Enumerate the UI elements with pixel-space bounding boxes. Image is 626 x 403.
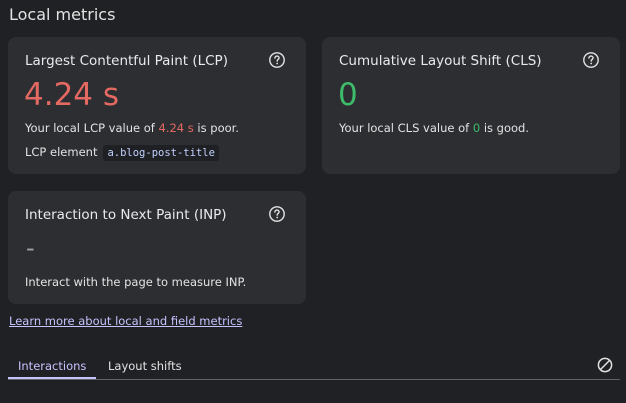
cls-card-title: Cumulative Layout Shift (CLS): [339, 53, 542, 69]
lcp-element-selector[interactable]: a.blog-post-title: [103, 145, 219, 161]
cls-desc-suffix: is good.: [480, 121, 530, 135]
cls-value: 0: [338, 77, 358, 113]
lcp-desc-value: 4.24 s: [158, 121, 194, 135]
lcp-element-row: LCP element a.blog-post-title: [25, 144, 219, 161]
learn-more-link[interactable]: Learn more about local and field metrics: [9, 313, 242, 329]
lcp-card: Largest Contentful Paint (LCP) 4.24 s Yo…: [8, 37, 306, 174]
inp-card-title: Interaction to Next Paint (INP): [25, 207, 227, 223]
local-metrics-panel: Local metrics Largest Contentful Paint (…: [0, 0, 626, 403]
lcp-element-label: LCP element: [25, 145, 98, 159]
inp-card: Interaction to Next Paint (INP) - Intera…: [8, 191, 306, 304]
lcp-desc-suffix: is poor.: [193, 121, 239, 135]
inp-value: -: [26, 234, 35, 262]
help-icon[interactable]: [582, 51, 600, 69]
cls-description: Your local CLS value of 0 is good.: [339, 120, 529, 136]
lcp-desc-prefix: Your local LCP value of: [25, 121, 159, 135]
lcp-description: Your local LCP value of 4.24 s is poor.: [25, 120, 239, 136]
tab-bar: Interactions Layout shifts: [8, 355, 620, 380]
lcp-card-title: Largest Contentful Paint (LCP): [25, 53, 228, 69]
lcp-value: 4.24 s: [24, 77, 120, 113]
clear-block-icon[interactable]: [596, 356, 614, 374]
inp-description: Interact with the page to measure INP.: [25, 275, 247, 289]
help-icon[interactable]: [268, 51, 286, 69]
tab-interactions[interactable]: Interactions: [8, 355, 97, 379]
cls-card: Cumulative Layout Shift (CLS) 0 Your loc…: [322, 37, 620, 174]
cls-desc-prefix: Your local CLS value of: [339, 121, 473, 135]
section-title: Local metrics: [9, 5, 116, 24]
help-icon[interactable]: [268, 205, 286, 223]
tab-layout-shifts[interactable]: Layout shifts: [98, 355, 192, 379]
